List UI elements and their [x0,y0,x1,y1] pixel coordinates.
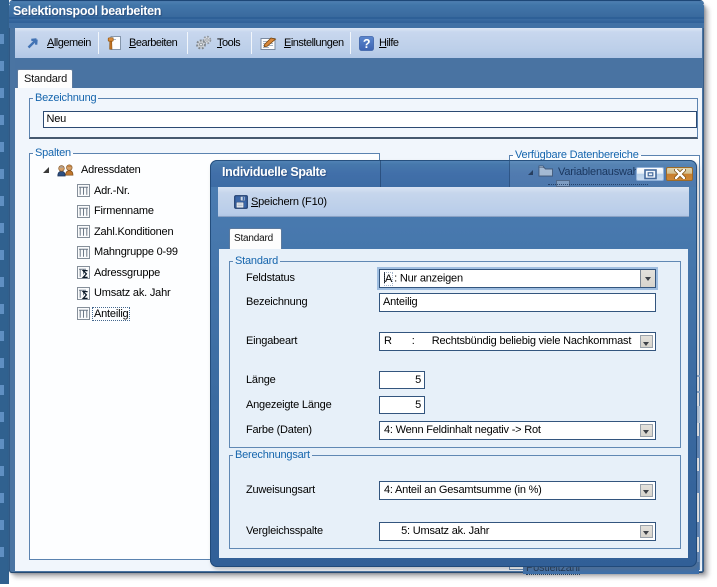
svg-text:?: ? [363,37,370,51]
